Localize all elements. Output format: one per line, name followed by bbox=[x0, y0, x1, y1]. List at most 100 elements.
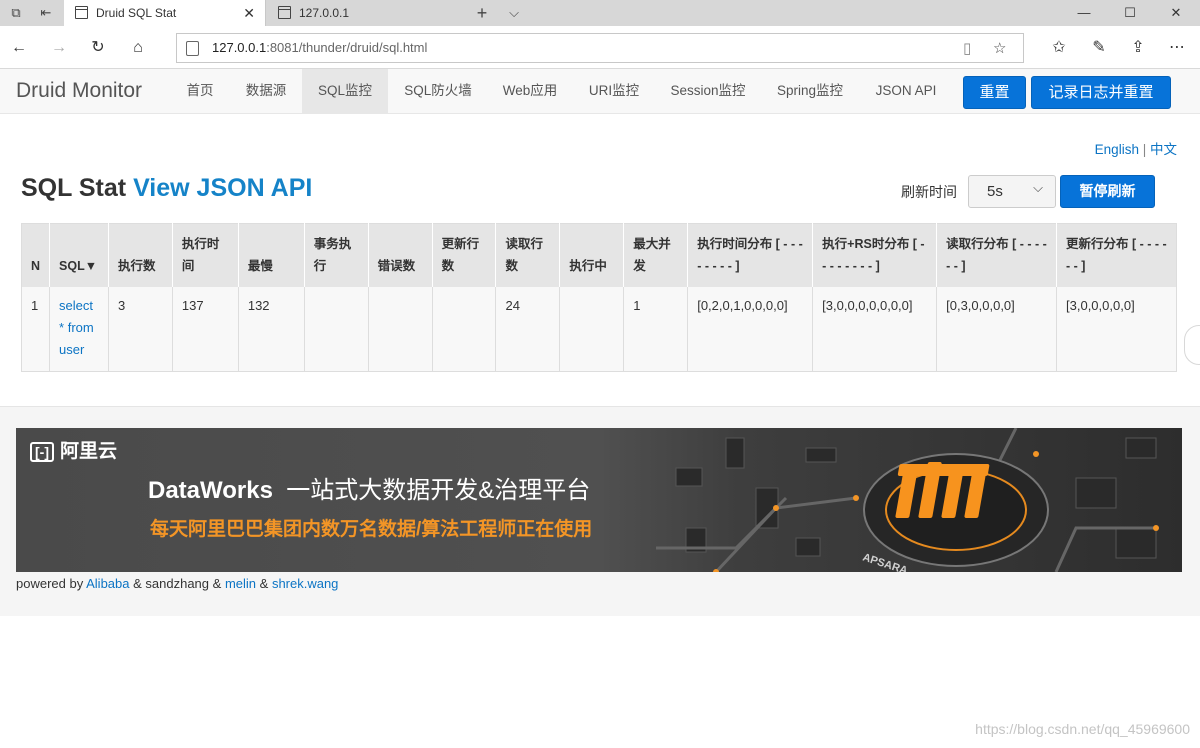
tab-title: Druid SQL Stat bbox=[96, 6, 177, 20]
close-window-icon[interactable]: ✕ bbox=[1153, 0, 1199, 26]
col-header[interactable]: 更新行分布 [ - - - - - - ] bbox=[1056, 223, 1177, 287]
cell-n: 1 bbox=[21, 286, 50, 372]
pause-refresh-button[interactable]: 暂停刷新 bbox=[1060, 175, 1155, 208]
col-header[interactable]: 执行数 bbox=[108, 223, 173, 287]
home-icon[interactable]: ⌂ bbox=[127, 37, 149, 59]
aliyun-logo-icon: [-] bbox=[30, 442, 54, 462]
url-path: :8081/thunder/druid/sql.html bbox=[266, 40, 428, 55]
tab-title: 127.0.0.1 bbox=[299, 6, 350, 20]
browser-tab-strip: ⧉ ⇤ Druid SQL Stat ✕ 127.0.0.1 + ⌵ — ☐ ✕ bbox=[0, 0, 1200, 26]
app-navbar: Druid Monitor 首页 数据源 SQL监控 SQL防火墙 Web应用 … bbox=[0, 69, 1200, 114]
reading-view-icon[interactable]: ▯ bbox=[963, 39, 971, 57]
col-header[interactable]: 读取行分布 [ - - - - - - ] bbox=[936, 223, 1057, 287]
close-icon[interactable]: ✕ bbox=[243, 0, 255, 26]
cell-fetch-histogram: [0,3,0,0,0,0] bbox=[936, 286, 1057, 372]
banner-headline-text: 一站式大数据开发&治理平台 bbox=[286, 477, 591, 504]
cell-exec-histogram: [0,2,0,1,0,0,0,0] bbox=[687, 286, 813, 372]
minimize-icon[interactable]: — bbox=[1061, 0, 1107, 26]
page-icon bbox=[278, 6, 291, 19]
col-header[interactable]: 执行时间 bbox=[171, 223, 239, 287]
shrek-wang-link[interactable]: shrek.wang bbox=[272, 576, 338, 591]
nav-uri-monitor[interactable]: URI监控 bbox=[574, 69, 654, 113]
maximize-icon[interactable]: ☐ bbox=[1107, 0, 1153, 26]
cell-running bbox=[559, 286, 624, 372]
powered-by-text: powered by bbox=[16, 576, 84, 591]
url-host: 127.0.0.1 bbox=[212, 40, 267, 55]
col-header[interactable]: 执行时间分布 [ - - - - - - - - ] bbox=[687, 223, 813, 287]
alibaba-link[interactable]: Alibaba bbox=[86, 576, 129, 591]
url-input[interactable]: 127.0.0.1:8081/thunder/druid/sql.html ▯ … bbox=[176, 33, 1024, 63]
page-title-text: SQL Stat bbox=[21, 174, 127, 202]
amp-text: & sandzhang & bbox=[133, 576, 222, 591]
share-icon[interactable]: ⇪ bbox=[1127, 37, 1149, 59]
nav-web-app[interactable]: Web应用 bbox=[488, 69, 572, 113]
refresh-interval-label: 刷新时间 bbox=[901, 184, 957, 200]
banner-slogan: 每天阿里巴巴集团内数万名数据/算法工程师正在使用 bbox=[150, 519, 593, 540]
cell-max-concurrent: 1 bbox=[623, 286, 688, 372]
log-and-reset-button[interactable]: 记录日志并重置 bbox=[1031, 76, 1171, 109]
page-title: SQL Stat View JSON API bbox=[21, 174, 312, 203]
chevron-down-icon: ⌵ bbox=[1033, 180, 1043, 195]
back-arrow-icon[interactable]: ← bbox=[8, 37, 30, 59]
favorites-list-icon[interactable]: ✩ bbox=[1048, 37, 1070, 59]
cell-sql: select * from user bbox=[49, 286, 109, 372]
browser-tab-druid-sql-stat[interactable]: Druid SQL Stat ✕ bbox=[64, 0, 266, 26]
english-link[interactable]: English bbox=[1095, 142, 1139, 157]
nav-spring-monitor[interactable]: Spring监控 bbox=[762, 69, 858, 113]
chinese-link[interactable]: 中文 bbox=[1150, 142, 1177, 157]
view-json-api-link[interactable]: View JSON API bbox=[133, 174, 312, 202]
amp-text: & bbox=[259, 576, 269, 591]
browser-tab-localhost[interactable]: 127.0.0.1 bbox=[267, 0, 465, 26]
aliyun-logo-text: 阿里云 bbox=[60, 441, 118, 462]
nav-session-monitor[interactable]: Session监控 bbox=[656, 69, 760, 113]
aliyun-logo: [-] 阿里云 bbox=[30, 436, 117, 463]
nav-sql-firewall[interactable]: SQL防火墙 bbox=[390, 69, 486, 113]
col-header[interactable]: 最慢 bbox=[237, 223, 305, 287]
col-header[interactable]: 读取行数 bbox=[495, 223, 560, 287]
circuit-chip-illustration: APSARA bbox=[656, 428, 1159, 572]
col-header[interactable]: 执行+RS时分布 [ - - - - - - - - ] bbox=[812, 223, 937, 287]
refresh-icon[interactable]: ↻ bbox=[87, 37, 109, 59]
nav-json-api[interactable]: JSON API bbox=[862, 69, 950, 113]
col-header[interactable]: 事务执行 bbox=[303, 223, 369, 287]
language-switcher: English | 中文 bbox=[1095, 138, 1177, 158]
nav-home[interactable]: 首页 bbox=[172, 69, 228, 113]
col-header[interactable]: 执行中 bbox=[559, 223, 624, 287]
forward-arrow-icon[interactable]: → bbox=[48, 37, 70, 59]
lang-separator: | bbox=[1142, 142, 1147, 157]
cell-update-histogram: [3,0,0,0,0,0] bbox=[1056, 286, 1177, 372]
tab-actions-icon[interactable]: ⧉ bbox=[6, 3, 26, 23]
nav-sql-monitor[interactable]: SQL监控 bbox=[302, 69, 388, 113]
dataworks-banner[interactable]: [-] 阿里云 DataWorks 一站式大数据开发&治理平台 每天阿里巴巴集团内… bbox=[16, 428, 1182, 572]
sql-detail-link[interactable]: select * from user bbox=[59, 298, 94, 357]
nav-datasource[interactable]: 数据源 bbox=[232, 69, 300, 113]
set-aside-tabs-icon[interactable]: ⇤ bbox=[36, 3, 56, 23]
banner-headline: DataWorks 一站式大数据开发&治理平台 bbox=[148, 470, 590, 505]
col-header[interactable]: 错误数 bbox=[367, 223, 433, 287]
new-tab-icon[interactable]: + bbox=[472, 3, 492, 23]
side-feedback-tab[interactable] bbox=[1184, 325, 1200, 365]
refresh-interval-select[interactable]: 5s ⌵ bbox=[968, 175, 1056, 208]
reset-button[interactable]: 重置 bbox=[963, 76, 1026, 109]
table-row: 1 select * from user 3 137 132 24 1 [0,2… bbox=[21, 286, 1177, 372]
chevron-down-icon[interactable]: ⌵ bbox=[504, 3, 524, 23]
url-text[interactable]: 127.0.0.1:8081/thunder/druid/sql.html bbox=[212, 40, 427, 55]
col-header[interactable]: 更新行数 bbox=[431, 223, 496, 287]
cell-error-count bbox=[367, 286, 433, 372]
cell-exec-rs-histogram: [3,0,0,0,0,0,0,0] bbox=[812, 286, 937, 372]
dataworks-logo: DataWorks bbox=[148, 477, 273, 504]
table-header-row: N SQL▼ 执行数 执行时间 最慢 事务执行 错误数 更新行数 读取行数 执行… bbox=[21, 223, 1177, 287]
sql-stat-table: N SQL▼ 执行数 执行时间 最慢 事务执行 错误数 更新行数 读取行数 执行… bbox=[21, 223, 1177, 372]
pen-icon[interactable]: ✎ bbox=[1088, 37, 1110, 59]
cell-update-count bbox=[431, 286, 496, 372]
refresh-interval-value: 5s bbox=[987, 183, 1003, 200]
col-header[interactable]: SQL▼ bbox=[49, 223, 109, 287]
col-header[interactable]: 最大并发 bbox=[623, 223, 688, 287]
more-icon[interactable]: ⋯ bbox=[1166, 37, 1188, 59]
col-header[interactable]: N bbox=[21, 223, 50, 287]
melin-link[interactable]: melin bbox=[225, 576, 256, 591]
cell-fetch-count: 24 bbox=[495, 286, 560, 372]
favorite-star-icon[interactable]: ☆ bbox=[993, 39, 1006, 57]
cell-exec-time: 137 bbox=[171, 286, 239, 372]
brand[interactable]: Druid Monitor bbox=[16, 79, 142, 103]
